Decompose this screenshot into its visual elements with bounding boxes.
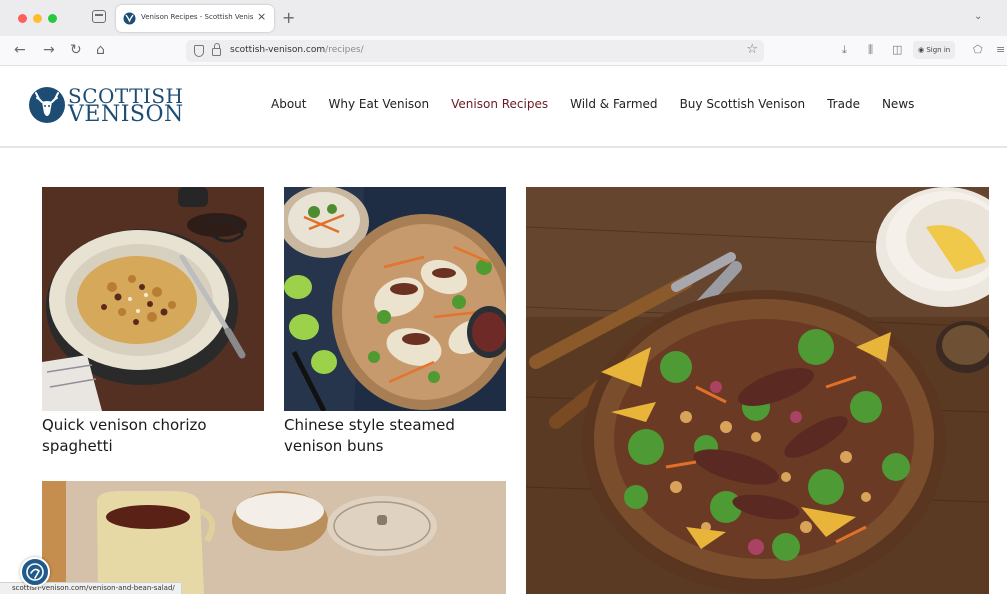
nav-link-news[interactable]: News	[882, 97, 914, 111]
browser-tab-active[interactable]: Venison Recipes - Scottish Venison ×	[116, 5, 274, 32]
stag-favicon-icon	[123, 12, 136, 25]
accessibility-button[interactable]	[20, 557, 50, 587]
accessibility-icon	[26, 563, 44, 581]
reload-icon[interactable]: ↻	[70, 42, 82, 58]
nav-link-why-eat-venison[interactable]: Why Eat Venison	[328, 97, 429, 111]
recipe-card-chorizo-spaghetti[interactable]: Quick venison chorizo spaghetti	[42, 187, 264, 467]
tab-overview-icon[interactable]	[92, 10, 106, 23]
nav-link-trade[interactable]: Trade	[827, 97, 860, 111]
recipe-image-jug[interactable]	[42, 481, 506, 594]
steamed-buns-photo	[284, 187, 506, 411]
window-controls	[18, 14, 57, 23]
recipe-image-buns[interactable]	[284, 187, 506, 411]
minimize-window-button[interactable]	[33, 14, 42, 23]
site-header: SCOTTISH VENISON About Why Eat Venison V…	[0, 66, 1007, 148]
sign-in-button[interactable]: ◉ Sign in	[913, 41, 956, 59]
sign-in-label: Sign in	[926, 46, 951, 54]
nav-link-buy-scottish-venison[interactable]: Buy Scottish Venison	[680, 97, 806, 111]
forward-arrow-icon[interactable]: →	[43, 42, 55, 58]
browser-toolbar: ← → ↻ ⌂ scottish-venison.com/recipes/ ☆ …	[0, 36, 1007, 66]
bookmark-star-icon[interactable]: ☆	[746, 42, 758, 57]
stag-head-logo-icon	[29, 87, 65, 123]
zoom-window-button[interactable]	[48, 14, 57, 23]
nav-link-wild-and-farmed[interactable]: Wild & Farmed	[570, 97, 657, 111]
venison-bean-salad-photo	[526, 187, 989, 594]
site-logo[interactable]: SCOTTISH VENISON	[28, 85, 188, 127]
recipe-card-steamed-buns[interactable]: Chinese style steamed venison buns	[284, 187, 506, 467]
sidebar-icon[interactable]: ◫	[892, 43, 902, 57]
recipe-title[interactable]: Chinese style steamed venison buns	[284, 415, 455, 457]
tracking-protection-shield-icon[interactable]	[194, 45, 204, 57]
back-arrow-icon[interactable]: ←	[14, 42, 26, 58]
close-tab-icon[interactable]: ×	[257, 10, 266, 23]
url-path: /recipes/	[325, 45, 364, 55]
close-window-button[interactable]	[18, 14, 27, 23]
browser-tab-bar: Venison Recipes - Scottish Venison × + ⌄	[0, 0, 1007, 36]
main-navigation: About Why Eat Venison Venison Recipes Wi…	[260, 97, 925, 111]
nav-link-venison-recipes[interactable]: Venison Recipes	[451, 97, 548, 111]
recipe-title-line2: venison buns	[284, 437, 384, 455]
recipe-title[interactable]: Quick venison chorizo spaghetti	[42, 415, 207, 457]
tab-title: Venison Recipes - Scottish Venison	[141, 13, 253, 21]
extensions-icon[interactable]: ⬠	[973, 43, 983, 57]
downloads-icon[interactable]: ⤓	[842, 43, 847, 57]
padlock-icon[interactable]	[212, 43, 221, 56]
recipe-image-salad[interactable]	[526, 187, 989, 594]
spaghetti-bowl-photo	[42, 187, 264, 411]
nav-link-about[interactable]: About	[271, 97, 306, 111]
tab-list-icon[interactable]: ⌄	[974, 11, 982, 22]
library-icon[interactable]: ⫼	[868, 43, 873, 57]
recipe-title-line1: Quick venison chorizo	[42, 416, 207, 434]
jug-and-bowls-photo	[42, 481, 506, 594]
recipe-title-line2: spaghetti	[42, 437, 113, 455]
new-tab-button[interactable]: +	[282, 8, 295, 27]
recipe-image-spaghetti[interactable]	[42, 187, 264, 411]
app-menu-icon[interactable]: ≡	[996, 43, 1005, 57]
url-domain: scottish-venison.com	[230, 45, 326, 55]
url-text[interactable]: scottish-venison.com/recipes/	[230, 45, 364, 55]
home-icon[interactable]: ⌂	[96, 42, 105, 58]
recipe-card-jug-and-bowls[interactable]	[42, 481, 506, 594]
recipe-title-line1: Chinese style steamed	[284, 416, 455, 434]
address-bar[interactable]: scottish-venison.com/recipes/ ☆	[186, 40, 764, 62]
featured-recipe-venison-bean-salad[interactable]	[526, 187, 989, 594]
logo-text-venison: VENISON	[68, 102, 184, 127]
